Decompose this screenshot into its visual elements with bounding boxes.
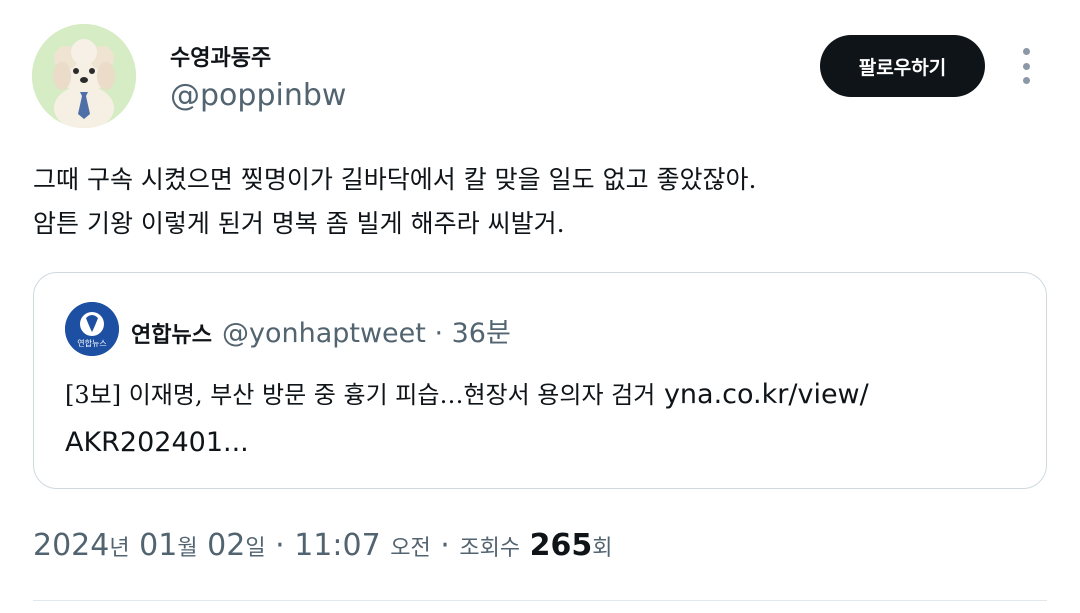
user-handle[interactable]: @poppinbw	[170, 78, 346, 113]
tweet-text: 그때 구속 시켰으면 찢명이가 길바닥에서 칼 맞을 일도 없고 좋았잖아. 암…	[33, 158, 1033, 246]
yonhap-logo-icon: 연합뉴스	[65, 302, 119, 356]
quote-header: 연합뉴스 @yonhaptweet · 36분	[131, 311, 511, 350]
date-year-unit[interactable]: 년	[109, 536, 129, 561]
date-month-unit[interactable]: 월	[177, 536, 197, 561]
follow-button[interactable]: 팔로우하기	[820, 35, 985, 97]
tweet-line: 암튼 기왕 이렇게 된거 명복 좀 빌게 해주라 씨발거.	[33, 209, 565, 238]
views-count: 265	[529, 528, 593, 563]
date-day[interactable]: 02	[207, 528, 245, 563]
quote-account-name: 연합뉴스	[131, 323, 212, 348]
quote-body: [3보] 이재명, 부산 방문 중 흉기 피습…현장서 용의자 검거 yna.c…	[65, 371, 1025, 467]
quote-tweet-card[interactable]: 연합뉴스 연합뉴스 @yonhaptweet · 36분 [3보] 이재명, 부산…	[33, 272, 1047, 489]
user-avatar[interactable]	[32, 24, 136, 128]
tweet-metadata: 2024년 01월 02일 · 11:07 오전 · 조회수 265회	[33, 528, 613, 563]
separator: ·	[440, 528, 450, 563]
date-year[interactable]: 2024	[33, 528, 109, 563]
display-name[interactable]: 수영과동주	[170, 40, 271, 72]
views-unit: 회	[592, 536, 613, 561]
dot	[1022, 48, 1030, 55]
separator: ·	[275, 528, 285, 563]
date-month[interactable]: 01	[139, 528, 177, 563]
views-label: 조회수	[459, 536, 521, 561]
divider	[33, 600, 1047, 601]
am-pm[interactable]: 오전	[390, 536, 430, 561]
logo-label: 연합뉴스	[77, 339, 106, 348]
date-day-unit[interactable]: 일	[245, 536, 265, 561]
quote-time: · 36분	[434, 318, 511, 349]
more-options-icon[interactable]	[1016, 48, 1036, 84]
dot	[1022, 62, 1030, 70]
quote-handle: @yonhaptweet	[221, 318, 426, 349]
quote-link[interactable]: yna.co.kr/view/	[664, 379, 869, 410]
quote-text: [3보] 이재명, 부산 방문 중 흉기 피습…현장서 용의자 검거	[65, 381, 656, 409]
dot	[1022, 77, 1030, 84]
quote-link-cont[interactable]: AKR202401...	[65, 427, 249, 458]
time[interactable]: 11:07	[294, 528, 380, 563]
dog-avatar-icon	[32, 24, 136, 128]
tweet-line: 그때 구속 시켰으면 찢명이가 길바닥에서 칼 맞을 일도 없고 좋았잖아.	[33, 165, 757, 194]
